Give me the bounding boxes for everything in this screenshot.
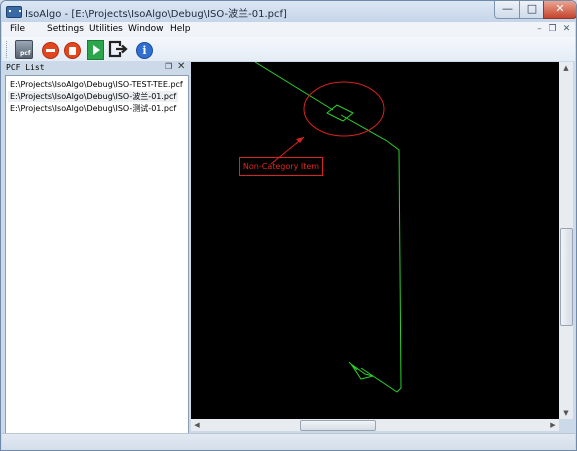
scroll-right-button[interactable]: ▶ [547, 419, 559, 431]
exit-icon [108, 40, 128, 58]
horizontal-scrollbar[interactable]: ◀ ▶ [191, 419, 559, 431]
open-pcf-button[interactable]: pcf [13, 39, 33, 59]
app-window: IsoAlgo - [E:\Projects\IsoAlgo\Debug\ISO… [0, 0, 577, 451]
pcf-panel-header: PCF List ❐ ✕ [2, 61, 188, 74]
pipe-component-symbol [326, 104, 354, 122]
menu-settings[interactable]: Settings [47, 24, 84, 34]
pcf-icon-label: pcf [20, 50, 31, 57]
window-title: IsoAlgo - [E:\Projects\IsoAlgo\Debug\ISO… [25, 9, 287, 20]
panel-close-icon[interactable]: ✕ [177, 61, 185, 72]
drawing-canvas[interactable] [191, 61, 559, 419]
menu-help[interactable]: Help [170, 24, 191, 34]
pcf-list-item-selected[interactable]: E:\Projects\IsoAlgo\Debug\ISO-波兰-01.pcf [8, 91, 179, 102]
mdi-close-button[interactable]: ✕ [561, 23, 572, 35]
pipe-line [254, 61, 402, 393]
vertical-scrollbar[interactable]: ▲ ▼ [559, 62, 573, 419]
menu-utilities[interactable]: Utilities [89, 24, 123, 34]
pcf-list-item[interactable]: E:\Projects\IsoAlgo\Debug\ISO-测试-01.pcf [10, 103, 176, 114]
status-bar [2, 433, 575, 450]
delete-icon [64, 42, 81, 59]
run-button[interactable] [86, 39, 106, 60]
scroll-up-button[interactable]: ▲ [559, 62, 573, 74]
maximize-button[interactable]: □ [519, 1, 545, 19]
menu-file[interactable]: File [10, 24, 25, 34]
about-button[interactable]: i [134, 39, 154, 59]
info-icon: i [136, 42, 153, 59]
mdi-minimize-button[interactable]: – [534, 23, 545, 35]
app-icon[interactable] [6, 6, 22, 18]
title-bar[interactable]: IsoAlgo - [E:\Projects\IsoAlgo\Debug\ISO… [1, 1, 576, 22]
delete-button[interactable] [62, 39, 82, 59]
pcf-file-icon: pcf [15, 40, 33, 59]
annotation-label: Non-Category Item [239, 157, 323, 176]
pipe-drawing [254, 61, 402, 393]
minimize-button[interactable]: — [494, 1, 521, 19]
close-button[interactable]: ✕ [543, 1, 576, 19]
toolbar-grip[interactable] [6, 41, 10, 58]
pipe-end-symbol [348, 361, 374, 380]
panel-float-icon[interactable]: ❐ [165, 62, 172, 71]
pcf-list-item[interactable]: E:\Projects\IsoAlgo\Debug\ISO-TEST-TEE.p… [10, 79, 183, 90]
horizontal-scroll-thumb[interactable] [300, 420, 376, 431]
pcf-panel-title: PCF List [6, 63, 45, 72]
stop-button[interactable] [40, 39, 60, 59]
menu-bar: File Settings Utilities Window Help – ❐ … [2, 22, 575, 38]
mdi-restore-button[interactable]: ❐ [547, 23, 558, 35]
pcf-file-list: E:\Projects\IsoAlgo\Debug\ISO-TEST-TEE.p… [5, 75, 189, 434]
play-icon [87, 40, 104, 60]
stop-icon [42, 42, 59, 59]
scrollbar-corner [559, 419, 573, 431]
vertical-scroll-thumb[interactable] [560, 228, 573, 326]
toolbar: pcf i [2, 37, 575, 61]
menu-window[interactable]: Window [128, 24, 164, 34]
scroll-down-button[interactable]: ▼ [559, 407, 573, 419]
exit-button[interactable] [108, 39, 128, 59]
scroll-left-button[interactable]: ◀ [191, 419, 203, 431]
